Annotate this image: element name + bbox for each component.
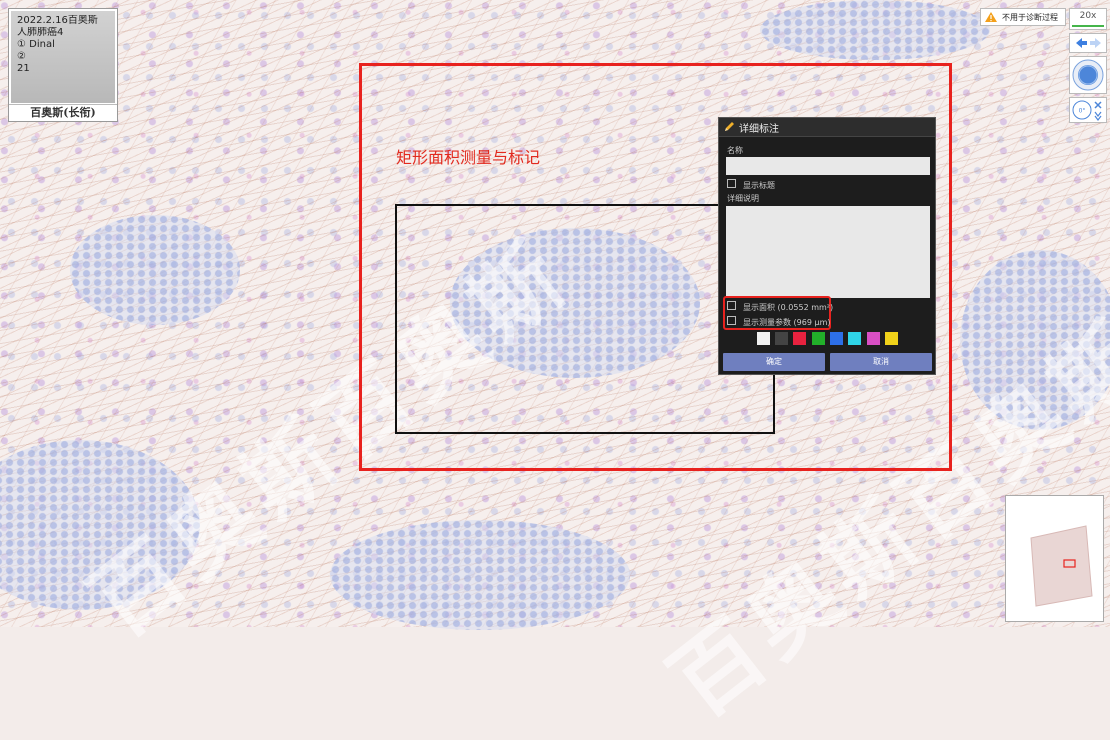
show-title-checkbox[interactable] — [727, 179, 736, 188]
label-line: 2022.2.16百奥斯 — [17, 15, 98, 26]
show-title-label: 显示标题 — [743, 181, 775, 190]
name-label: 名称 — [727, 146, 743, 155]
warning-triangle-icon — [985, 12, 997, 22]
annotation-title: 矩形面积测量与标记 — [396, 148, 541, 167]
tissue-gland — [70, 215, 240, 325]
detail-textarea[interactable] — [726, 206, 930, 298]
rotate-icon[interactable]: 0° — [1072, 100, 1092, 120]
slide-label-photo: 2022.2.16百奥斯 人肺肺癌4 ① Dinal ② 21 — [11, 11, 115, 103]
color-swatch-gray[interactable] — [775, 332, 788, 345]
flip-icon[interactable] — [1094, 101, 1102, 121]
arrow-right-icon[interactable] — [1090, 38, 1101, 48]
color-swatch-green[interactable] — [812, 332, 825, 345]
cancel-button[interactable]: 取消 — [830, 353, 932, 371]
label-line: ② — [17, 51, 26, 62]
label-line: ① Dinal — [17, 39, 55, 50]
show-measure-checkbox[interactable] — [727, 316, 736, 325]
history-nav — [1069, 33, 1107, 53]
pencil-icon — [725, 122, 734, 131]
annotation-detail-dialog: 详细标注 名称 显示标题 详细说明 显示面积 (0.0552 mm²) 显示测量… — [718, 117, 936, 375]
slide-label-caption: 百奥斯(长衔) — [9, 104, 117, 121]
dialog-title: 详细标注 — [739, 123, 779, 135]
rotation-angle: 0° — [1079, 108, 1086, 115]
name-input[interactable] — [726, 157, 930, 175]
tissue-gland — [960, 250, 1110, 430]
zoom-text: 20x — [1079, 11, 1097, 21]
zoom-level[interactable]: 20x — [1069, 8, 1107, 30]
show-area-checkbox[interactable] — [727, 301, 736, 310]
slide-label-thumbnail: 2022.2.16百奥斯 人肺肺癌4 ① Dinal ② 21 百奥斯(长衔) — [8, 8, 118, 122]
confirm-button[interactable]: 确定 — [723, 353, 825, 371]
tissue-gland — [330, 520, 630, 630]
color-swatch-red[interactable] — [793, 332, 806, 345]
color-swatch-cyan[interactable] — [848, 332, 861, 345]
tissue-gland — [0, 440, 200, 610]
joystick-icon — [1072, 59, 1104, 91]
dialog-titlebar[interactable]: 详细标注 — [719, 118, 935, 137]
navigation-joystick[interactable] — [1069, 56, 1107, 94]
label-line: 人肺肺癌4 — [17, 27, 64, 38]
color-swatch-yellow[interactable] — [885, 332, 898, 345]
diagnosis-warning: 不用于诊断过程 — [980, 8, 1066, 26]
show-area-label: 显示面积 (0.0552 mm²) — [743, 303, 834, 312]
tissue-gland — [760, 0, 990, 60]
overview-minimap[interactable] — [1005, 495, 1104, 622]
warning-text: 不用于诊断过程 — [1002, 12, 1058, 22]
arrow-left-icon[interactable] — [1076, 38, 1087, 48]
rotation-control[interactable]: 0° — [1069, 97, 1107, 123]
detail-label: 详细说明 — [727, 194, 759, 203]
color-swatch-blue[interactable] — [830, 332, 843, 345]
show-measure-label: 显示测量参数 (969 µm) — [743, 318, 831, 327]
color-swatch-white[interactable] — [757, 332, 770, 345]
minimap-tissue — [1030, 525, 1093, 607]
zoom-bar — [1072, 25, 1104, 27]
color-swatch-magenta[interactable] — [867, 332, 880, 345]
label-line: 21 — [17, 63, 30, 74]
